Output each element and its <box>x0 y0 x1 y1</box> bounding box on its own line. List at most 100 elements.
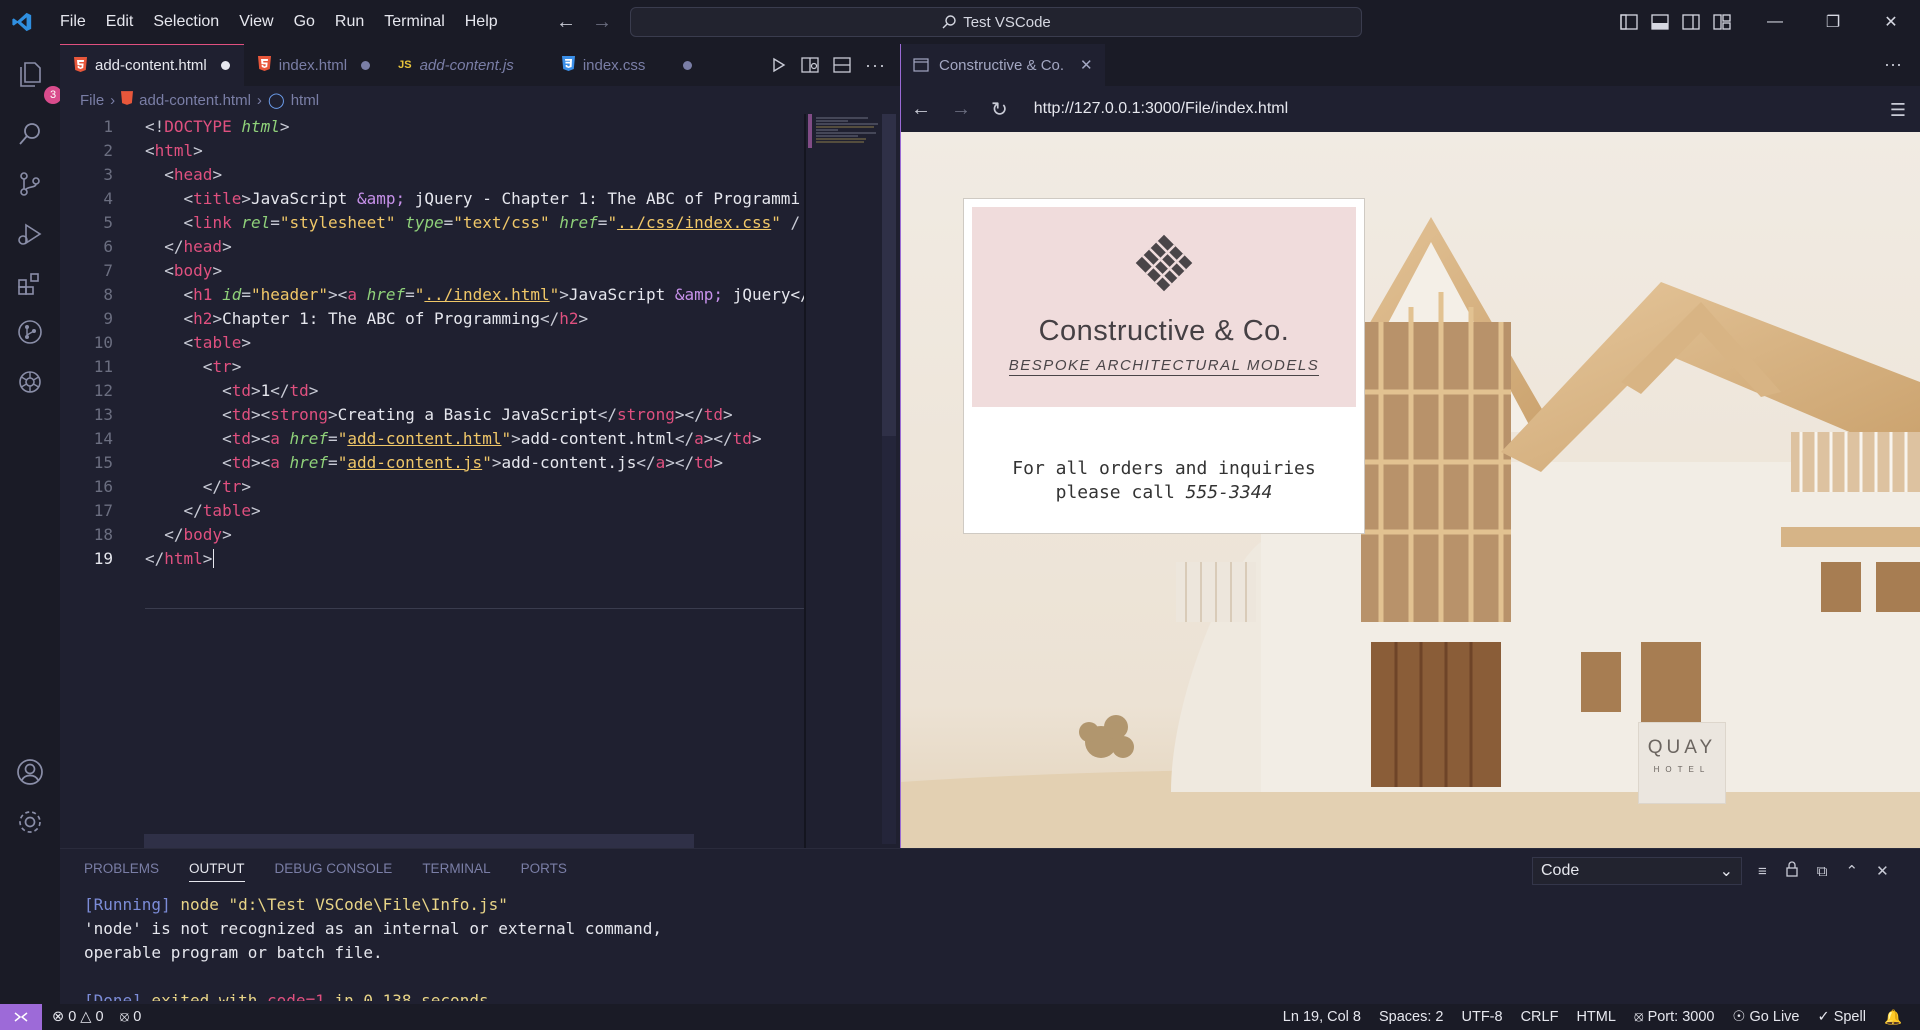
symbol-element-icon: ◯ <box>267 92 285 109</box>
toggle-primary-sidebar-icon[interactable] <box>1620 14 1638 30</box>
menu-terminal[interactable]: Terminal <box>374 0 454 44</box>
more-actions-icon[interactable]: ··· <box>865 55 886 76</box>
menu-selection[interactable]: Selection <box>143 0 229 44</box>
status-bar: ⊗ 0 △ 0 ⦻ 0 Ln 19, Col 8 Spaces: 2 UTF-8… <box>0 1004 1920 1030</box>
customize-layout-icon[interactable] <box>1713 14 1731 30</box>
more-actions-icon[interactable]: ··· <box>1884 54 1902 75</box>
output-channel-value: Code <box>1541 862 1580 879</box>
tab-ports[interactable]: PORTS <box>521 861 567 882</box>
tab-add-content-html[interactable]: add-content.html <box>60 44 244 86</box>
url-field[interactable]: http://127.0.0.1:3000/File/index.html <box>1034 100 1288 118</box>
line-text: <td><strong>Creating a Basic JavaScript<… <box>222 404 733 424</box>
html5-icon <box>257 56 271 74</box>
breadcrumb-file[interactable]: add-content.html <box>139 92 251 109</box>
lock-scroll-icon[interactable] <box>1785 861 1799 881</box>
breadcrumb-symbol[interactable]: html <box>291 92 319 109</box>
tab-problems[interactable]: PROBLEMS <box>84 861 159 882</box>
line-text: </body> <box>164 524 232 544</box>
hamburger-menu-icon[interactable]: ☰ <box>1890 100 1906 121</box>
unsaved-dot-icon[interactable] <box>683 60 693 70</box>
clear-output-icon[interactable]: ≡ <box>1758 863 1767 880</box>
tab-preview[interactable]: Constructive & Co. ✕ <box>901 44 1105 86</box>
reload-icon[interactable]: ↻ <box>991 97 1008 122</box>
command-center-search[interactable]: Test VSCode <box>630 7 1362 37</box>
restore-icon[interactable]: ❐ <box>1804 0 1862 44</box>
back-arrow-icon[interactable]: ← <box>556 11 576 34</box>
tab-label: index.css <box>582 56 646 74</box>
file-encoding[interactable]: UTF-8 <box>1461 1009 1502 1025</box>
breadcrumb-folder[interactable]: File <box>80 92 104 109</box>
go-live-button[interactable]: ☉ Go Live <box>1732 1009 1799 1025</box>
javascript-icon: JS <box>398 59 412 71</box>
problems-status[interactable]: ⊗ 0 △ 0 <box>52 1009 104 1025</box>
run-debug-icon[interactable] <box>12 216 48 252</box>
tab-add-content-js[interactable]: JS add-content.js <box>384 44 528 86</box>
source-control-icon[interactable] <box>12 166 48 202</box>
open-preview-icon[interactable] <box>801 57 819 73</box>
maximize-panel-icon[interactable]: ⌃ <box>1845 862 1858 880</box>
ports-status[interactable]: ⦻ 0 <box>120 1009 142 1025</box>
forward-arrow-icon[interactable]: → <box>951 98 971 121</box>
language-mode[interactable]: HTML <box>1576 1009 1615 1025</box>
port-status[interactable]: ⦻ Port: 3000 <box>1634 1009 1715 1025</box>
unsaved-dot-icon[interactable] <box>361 60 371 70</box>
menu-file[interactable]: File <box>50 0 96 44</box>
tab-index-css[interactable]: index.css <box>527 44 707 86</box>
notifications-bell-icon[interactable]: 🔔 <box>1884 1009 1902 1026</box>
remote-indicator-icon[interactable] <box>0 1004 42 1030</box>
done-tag: [Done] <box>84 991 142 1001</box>
tab-output[interactable]: OUTPUT <box>189 861 245 882</box>
menu-edit[interactable]: Edit <box>96 0 144 44</box>
close-panel-icon[interactable]: ✕ <box>1876 862 1889 880</box>
menu-go[interactable]: Go <box>284 0 325 44</box>
tab-label: add-content.js <box>419 56 514 74</box>
line-number: 6 <box>103 236 113 256</box>
menu-view[interactable]: View <box>229 0 283 44</box>
extensions-icon[interactable] <box>12 266 48 302</box>
error-icon: ⊗ <box>52 1009 65 1025</box>
warning-count: 0 <box>95 1009 104 1025</box>
search-view-icon[interactable] <box>12 116 48 152</box>
line-text: <td>1</td> <box>222 380 319 400</box>
close-window-icon[interactable]: ✕ <box>1862 0 1920 44</box>
spell-check[interactable]: ✓ Spell <box>1818 1009 1866 1025</box>
contact-prefix: please call <box>1055 482 1186 503</box>
menu-help[interactable]: Help <box>455 0 508 44</box>
indentation[interactable]: Spaces: 2 <box>1379 1009 1444 1025</box>
line-number: 5 <box>103 212 113 232</box>
explorer-icon[interactable]: 3 <box>12 56 62 104</box>
tab-label: index.html <box>278 56 348 74</box>
toggle-secondary-sidebar-icon[interactable] <box>1682 14 1700 30</box>
url-bar: ← → ↻ http://127.0.0.1:3000/File/index.h… <box>901 86 1920 132</box>
unsaved-dot-icon[interactable] <box>220 61 230 70</box>
accounts-icon[interactable] <box>12 754 48 790</box>
forward-arrow-icon[interactable]: → <box>592 11 612 34</box>
tab-terminal[interactable]: TERMINAL <box>422 861 490 882</box>
vertical-scrollbar[interactable] <box>882 114 896 844</box>
git-graph-icon[interactable] <box>12 314 48 350</box>
output-channel-select[interactable]: Code ⌄ <box>1532 857 1742 885</box>
line-number: 1 <box>103 116 113 136</box>
line-ending[interactable]: CRLF <box>1521 1009 1559 1025</box>
minimap[interactable] <box>808 114 888 174</box>
code-editor[interactable]: 1 <!DOCTYPE html> 2 <html> 3 <head> 4 <tit… <box>60 114 804 874</box>
settings-gear-icon[interactable] <box>12 804 48 840</box>
open-in-editor-icon[interactable]: ⧉ <box>1817 863 1828 880</box>
line-text: </tr> <box>202 476 251 496</box>
menu-run[interactable]: Run <box>325 0 374 44</box>
tab-index-html[interactable]: index.html <box>243 44 385 86</box>
code-line: 5 <link rel="stylesheet" type="text/css"… <box>60 210 804 234</box>
back-arrow-icon[interactable]: ← <box>911 98 931 121</box>
split-editor-icon[interactable] <box>833 57 851 73</box>
tab-debug-console[interactable]: DEBUG CONSOLE <box>275 861 393 882</box>
phone-number: 555-3344 <box>1185 482 1273 503</box>
minimize-icon[interactable]: — <box>1746 0 1804 44</box>
openai-icon[interactable] <box>12 364 48 400</box>
cursor-position[interactable]: Ln 19, Col 8 <box>1283 1009 1361 1025</box>
scroll-thumb[interactable] <box>882 114 896 436</box>
close-tab-icon[interactable]: ✕ <box>1080 56 1093 74</box>
chevron-right-icon: › <box>110 91 116 109</box>
horizontal-scrollbar[interactable] <box>144 834 694 848</box>
toggle-panel-icon[interactable] <box>1651 14 1669 30</box>
run-file-icon[interactable] <box>771 57 787 73</box>
